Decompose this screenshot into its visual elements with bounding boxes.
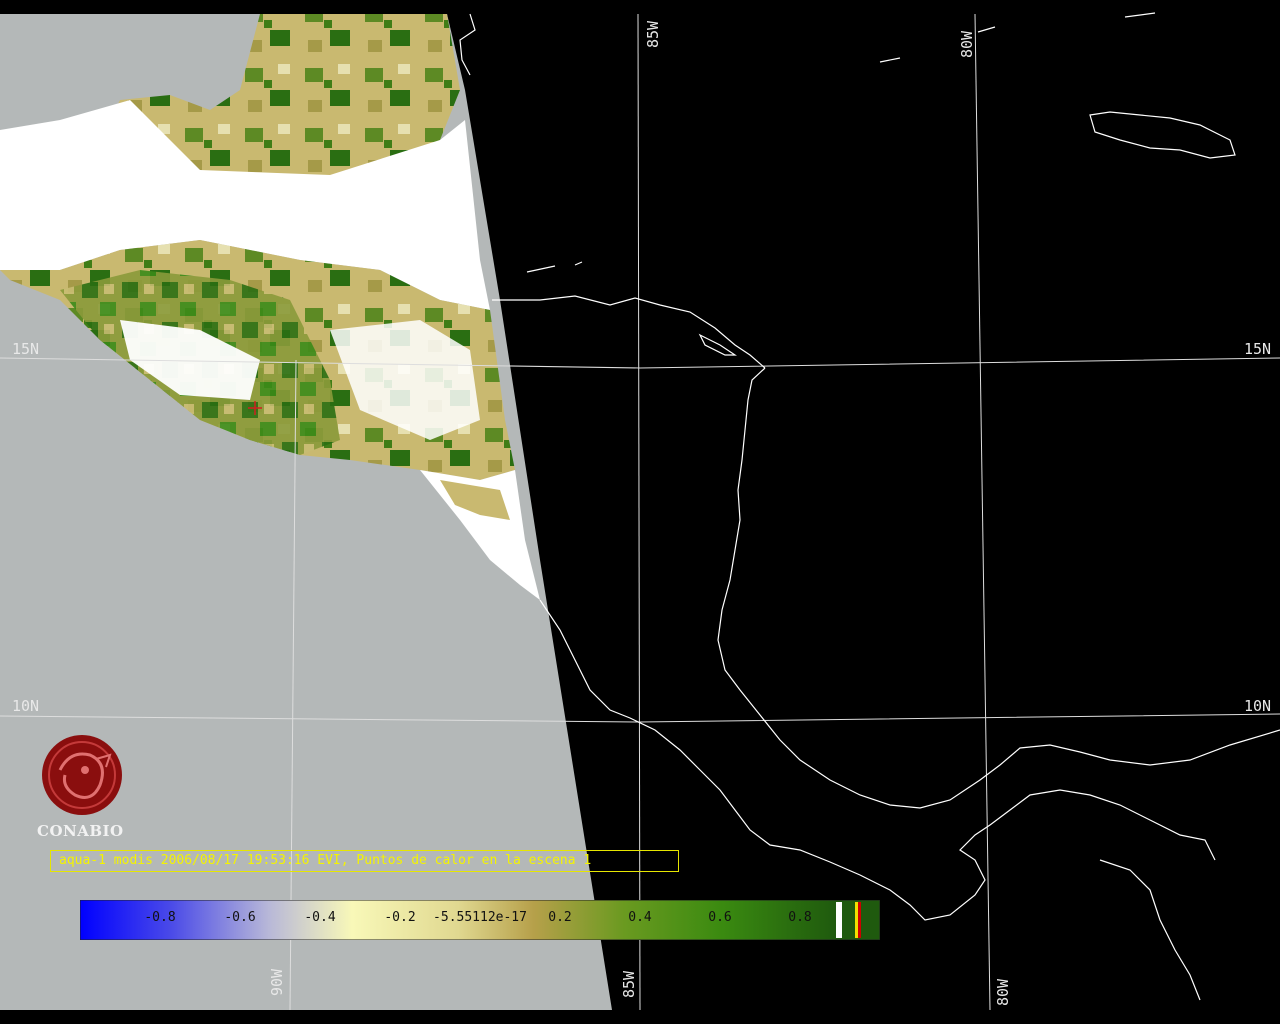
- lon-label-80w-bottom: 80W: [994, 978, 1012, 1006]
- colorbar-label: -5.55112e-17: [433, 910, 527, 925]
- map-canvas: 15N 15N 10N 10N 85W 80W 90W 85W 80W CONA…: [0, 0, 1280, 1024]
- lat-label-10n-right: 10N: [1244, 697, 1272, 715]
- colorbar-label: 0.8: [788, 910, 812, 925]
- colorbar-label: 0.2: [548, 910, 572, 925]
- colorbar-label: 0.4: [628, 910, 652, 925]
- lon-label-85w-bottom: 85W: [620, 970, 638, 998]
- colorbar-label: -0.6: [224, 910, 256, 925]
- colorbar-label: 0.6: [708, 910, 732, 925]
- logo-text: CONABIO: [37, 822, 124, 840]
- lat-label-10n-left: 10N: [12, 697, 40, 715]
- colorbar-label: -0.8: [144, 910, 176, 925]
- lon-label-90w-bottom: 90W: [268, 968, 286, 996]
- colorbar-label: -0.4: [304, 910, 336, 925]
- evi-colorbar: -0.8 -0.6 -0.4 -0.2 -5.55112e-17 0.2 0.4…: [80, 900, 880, 940]
- lon-label-80w-top: 80W: [958, 30, 976, 58]
- lon-label-85w-top: 85W: [644, 20, 662, 48]
- scene-caption: aqua-1 modis 2006/08/17 19:53:16 EVI, Pu…: [50, 850, 679, 872]
- lat-label-15n-left: 15N: [12, 340, 40, 358]
- lat-label-15n-right: 15N: [1244, 340, 1272, 358]
- colorbar-label: -0.2: [384, 910, 416, 925]
